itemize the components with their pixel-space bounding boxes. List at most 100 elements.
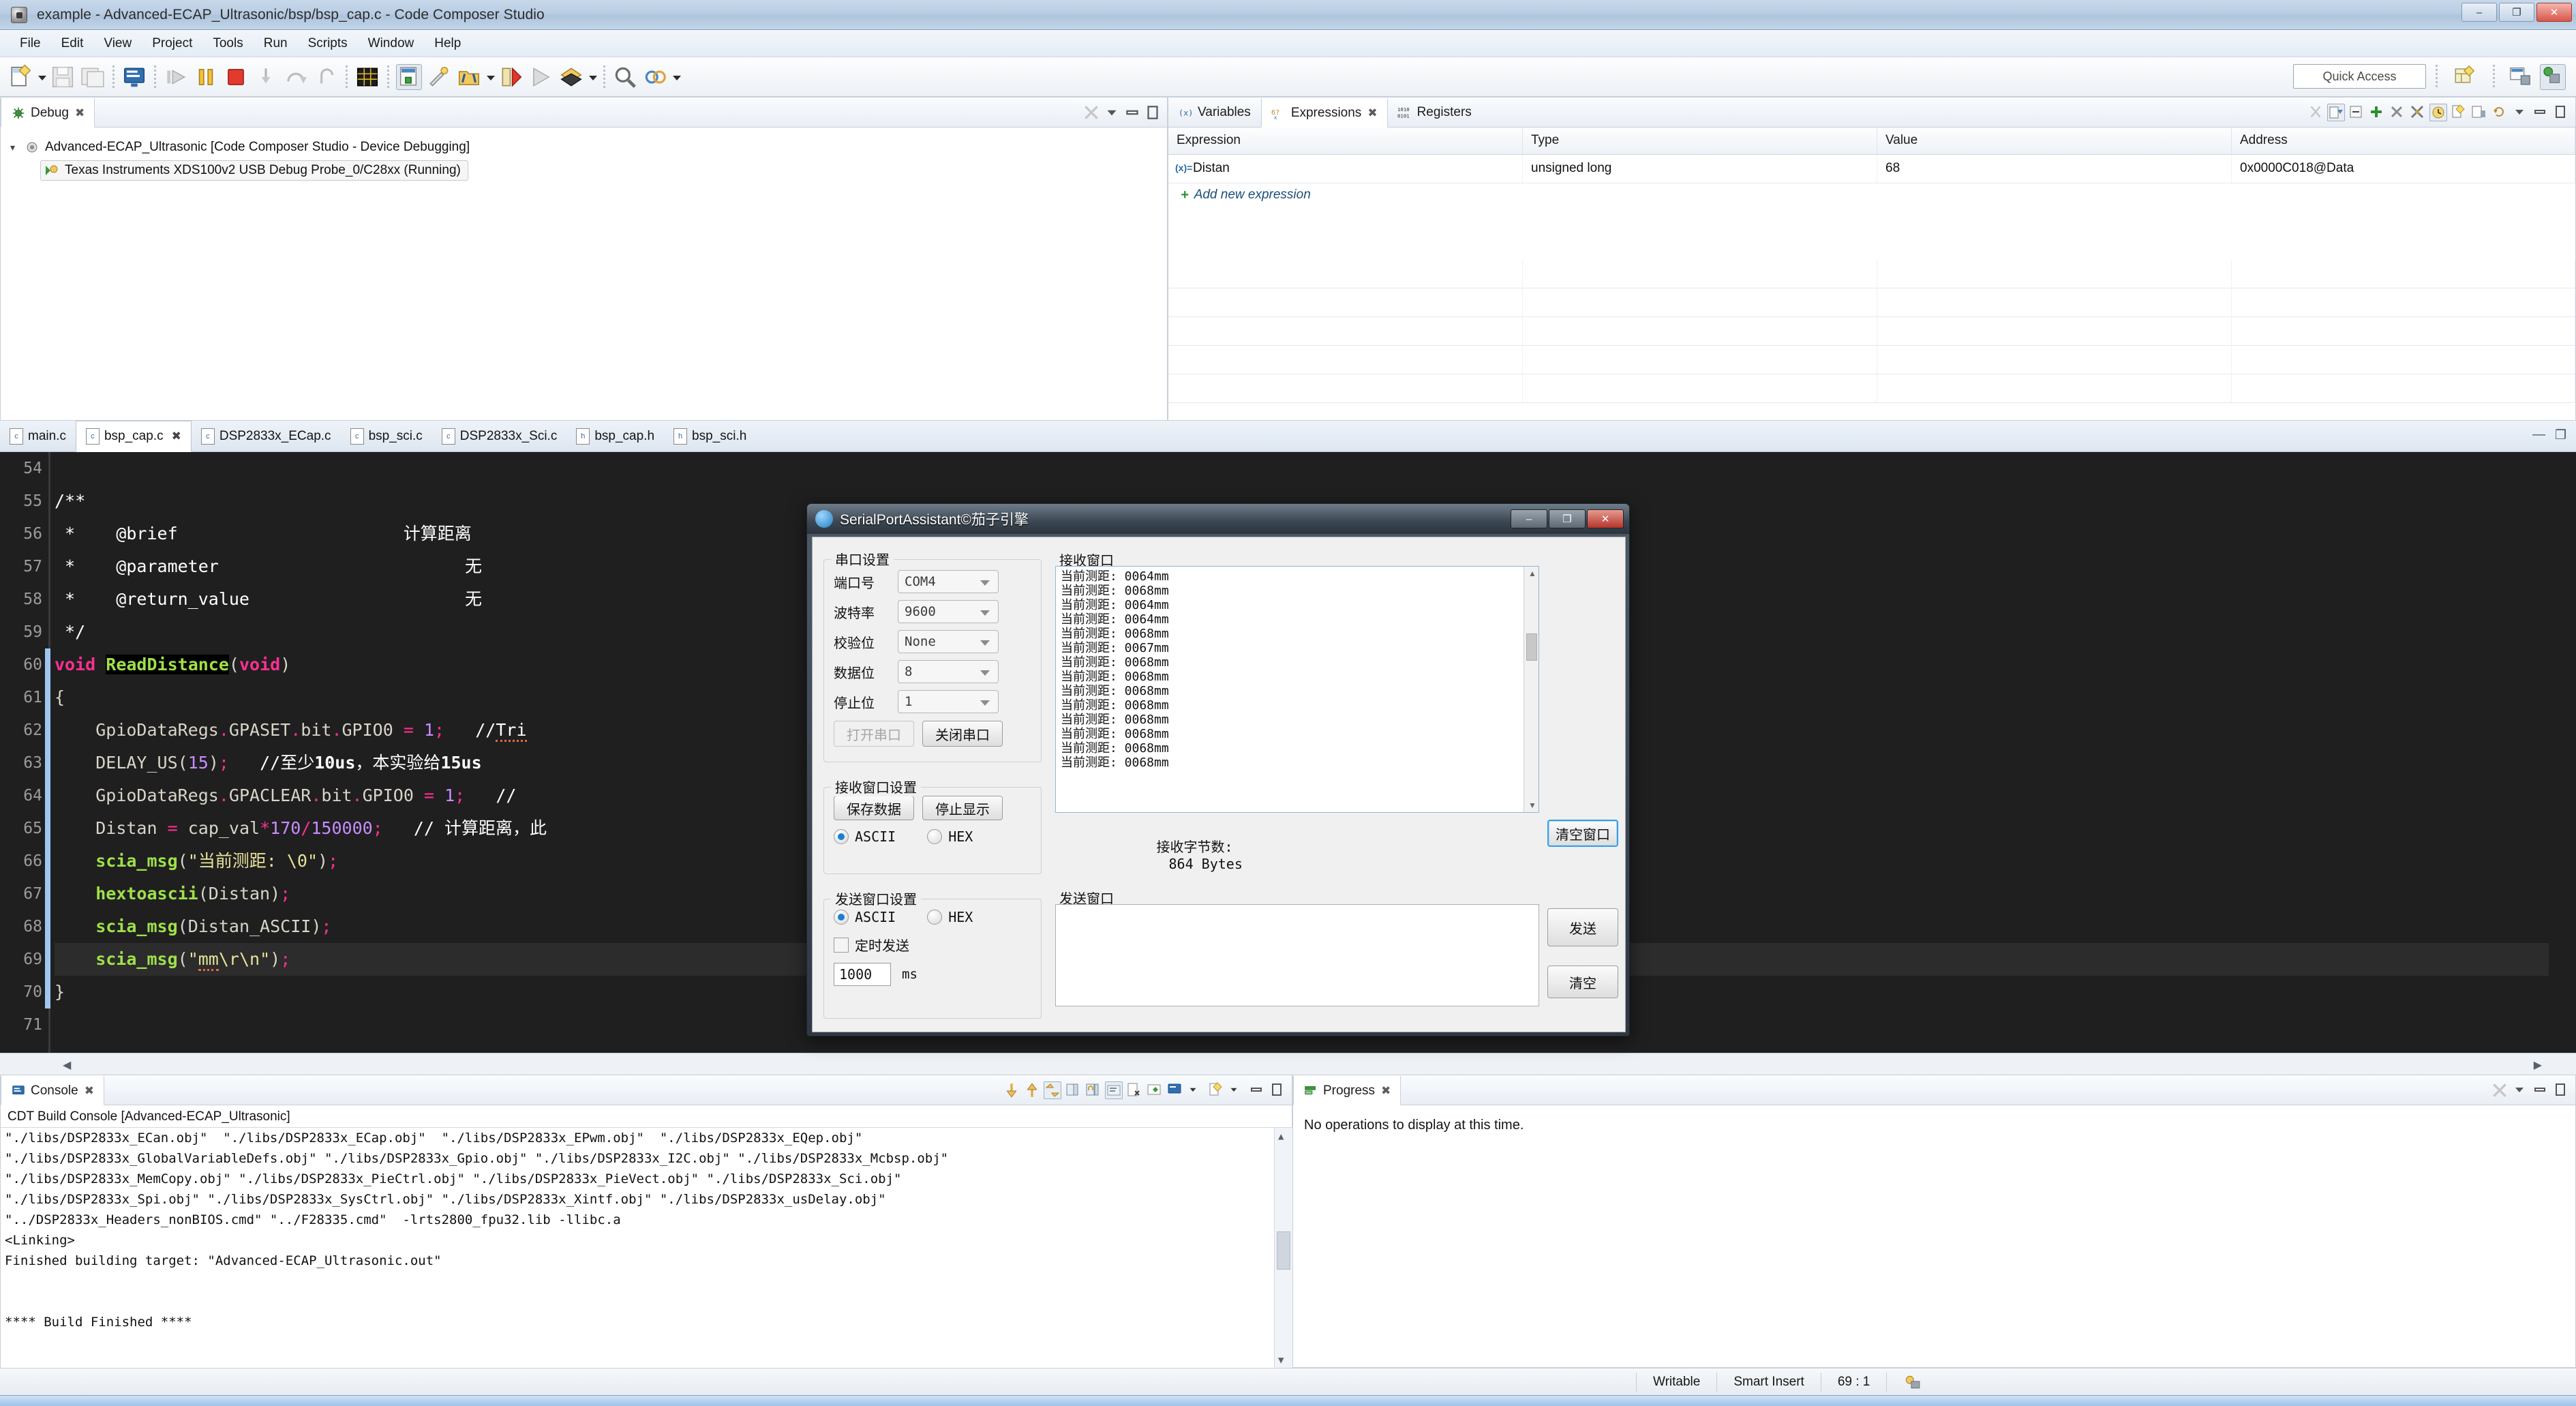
view-menu-icon[interactable]	[2511, 1081, 2529, 1099]
disconnect-icon[interactable]	[1082, 104, 1100, 121]
menu-help[interactable]: Help	[424, 34, 471, 53]
menu-edit[interactable]: Edit	[51, 34, 94, 53]
baud-rate-select[interactable]: 9600	[898, 600, 999, 623]
menu-scripts[interactable]: Scripts	[298, 34, 358, 53]
ccs-debug-perspective-icon[interactable]	[2540, 64, 2566, 90]
serial-minimize-button[interactable]: –	[1511, 509, 1547, 528]
close-button[interactable]: ✕	[2536, 3, 2572, 22]
send-window-textarea[interactable]	[1055, 904, 1539, 1006]
new-file-icon[interactable]	[7, 64, 33, 90]
column-address[interactable]: Address	[2232, 128, 2575, 154]
tab-debug[interactable]: Debug ✖	[1, 98, 95, 128]
tab-variables[interactable]: (x)= Variables	[1168, 98, 1261, 127]
console-vertical-scrollbar[interactable]: ▲ ▼	[1274, 1128, 1293, 1368]
menu-view[interactable]: View	[93, 34, 142, 53]
port-number-select[interactable]: COM4	[898, 570, 999, 593]
show-console-icon[interactable]	[1105, 1081, 1123, 1099]
clear-recv-window-button[interactable]: 清空窗口	[1547, 820, 1618, 847]
send-button[interactable]: 发送	[1547, 908, 1618, 946]
open-console-dropdown-icon[interactable]	[1187, 1081, 1204, 1099]
search-icon[interactable]	[612, 64, 638, 90]
tab-bsp-cap-c[interactable]: c bsp_cap.c ✖	[76, 421, 192, 452]
timed-send-checkbox[interactable]	[834, 938, 849, 953]
menu-file[interactable]: File	[10, 34, 51, 53]
tab-dsp2833x-sci-c[interactable]: c DSP2833x_Sci.c	[432, 421, 567, 451]
maximize-panel-icon[interactable]	[1144, 104, 1162, 121]
tab-expressions-close-icon[interactable]: ✖	[1367, 106, 1377, 120]
serial-maximize-button[interactable]: ❐	[1549, 509, 1586, 528]
open-port-button[interactable]: 打开串口	[834, 721, 914, 747]
load-program-icon[interactable]	[558, 64, 584, 90]
open-resource-icon[interactable]	[456, 64, 482, 90]
menu-window[interactable]: Window	[358, 34, 425, 53]
scroll-up-icon[interactable]	[1023, 1081, 1041, 1099]
editor-horizontal-scrollbar[interactable]: ◀ ▶	[0, 1053, 2576, 1075]
tab-progress-close-icon[interactable]: ✖	[1381, 1084, 1391, 1098]
tab-bsp-sci-h[interactable]: h bsp_sci.h	[664, 421, 756, 451]
stop-bits-select[interactable]: 1	[898, 690, 999, 713]
menu-run[interactable]: Run	[254, 34, 298, 53]
debug-tree-child[interactable]: Texas Instruments XDS100v2 USB Debug Pro…	[40, 159, 1167, 182]
scrollbar-thumb[interactable]	[1526, 633, 1537, 661]
open-resource-dropdown-icon[interactable]	[485, 64, 495, 90]
chevron-down-icon[interactable]	[979, 571, 992, 594]
chevron-down-icon[interactable]	[979, 601, 992, 624]
send-hex-radio[interactable]: HEX	[927, 909, 973, 925]
watch-icon[interactable]	[2429, 104, 2447, 121]
editor-maximize-icon[interactable]: ❐	[2555, 428, 2566, 443]
collapse-icon[interactable]	[2348, 104, 2365, 121]
tab-progress[interactable]: Progress ✖	[1293, 1075, 1401, 1105]
tab-dsp2833x-ecap-c[interactable]: c DSP2833x_ECap.c	[192, 421, 341, 451]
cancel-all-icon[interactable]	[2491, 1081, 2509, 1099]
close-port-button[interactable]: 关闭串口	[922, 721, 1003, 747]
cell-value[interactable]: 68	[1877, 155, 2232, 183]
recv-ascii-radio[interactable]: ASCII	[834, 828, 896, 845]
tab-main-c[interactable]: c main.c	[0, 421, 76, 451]
link-dropdown-icon[interactable]	[671, 64, 681, 90]
recv-window-scrollbar[interactable]: ▲ ▼	[1524, 567, 1539, 812]
maximize-panel-icon[interactable]	[2552, 104, 2570, 121]
clear-send-button[interactable]: 清空	[1547, 966, 1618, 998]
open-console-icon[interactable]	[1166, 1081, 1184, 1099]
tab-bsp-sci-c[interactable]: c bsp_sci.c	[341, 421, 432, 451]
send-ascii-radio[interactable]: ASCII	[834, 909, 896, 925]
serial-close-button[interactable]: ✕	[1587, 509, 1624, 528]
status-target-icon[interactable]	[1886, 1373, 1937, 1392]
chevron-down-icon[interactable]	[979, 691, 992, 714]
save-data-button[interactable]: 保存数据	[834, 796, 914, 820]
debug-tree-root[interactable]: ▾ Advanced-ECAP_Ultrasonic [Code Compose…	[10, 136, 1167, 159]
minimize-panel-icon[interactable]	[2532, 1081, 2549, 1099]
pin-console-icon[interactable]	[1146, 1081, 1164, 1099]
ccs-edit-perspective-icon[interactable]	[2509, 64, 2534, 90]
minimize-panel-icon[interactable]	[2532, 104, 2549, 121]
tab-registers[interactable]: 10100101 Registers	[1388, 98, 1482, 127]
column-type[interactable]: Type	[1523, 128, 1877, 154]
table-row[interactable]: (x)= Distan unsigned long 68 0x0000C018@…	[1168, 155, 2575, 183]
menu-project[interactable]: Project	[142, 34, 202, 53]
console-output[interactable]: "./libs/DSP2833x_ECan.obj" "./libs/DSP28…	[1, 1127, 1293, 1368]
expand-arrow-icon[interactable]: ▾	[10, 142, 24, 153]
editor-minimize-icon[interactable]: —	[2532, 428, 2545, 443]
debug-perspective-icon[interactable]	[396, 64, 422, 90]
recv-hex-radio[interactable]: HEX	[927, 828, 973, 845]
scroll-down-icon[interactable]	[1003, 1081, 1020, 1099]
tab-console[interactable]: Console ✖	[1, 1075, 104, 1105]
new-console-dropdown-icon[interactable]	[1228, 1081, 1245, 1099]
maximize-panel-icon[interactable]	[2552, 1081, 2570, 1099]
view-menu-icon[interactable]	[2511, 104, 2529, 121]
memory-grid-icon[interactable]	[354, 64, 380, 90]
window-controls[interactable]: – ❐ ✕	[2461, 3, 2572, 22]
clear-console-icon[interactable]	[1064, 1081, 1082, 1099]
remove-expression-icon[interactable]	[2389, 104, 2406, 121]
timed-interval-input[interactable]: 1000	[834, 963, 891, 986]
maximize-button[interactable]: ❐	[2499, 3, 2534, 22]
menu-tools[interactable]: Tools	[202, 34, 253, 53]
parity-select[interactable]: None	[898, 630, 999, 653]
new-console-icon[interactable]	[1207, 1081, 1225, 1099]
column-expression[interactable]: Expression	[1168, 128, 1523, 154]
lock-console-icon[interactable]	[1085, 1081, 1102, 1099]
remove-console-icon[interactable]	[1125, 1081, 1143, 1099]
column-value[interactable]: Value	[1877, 128, 2232, 154]
remove-all-icon[interactable]	[2409, 104, 2427, 121]
add-new-expression-row[interactable]: + Add new expression	[1168, 183, 2575, 209]
